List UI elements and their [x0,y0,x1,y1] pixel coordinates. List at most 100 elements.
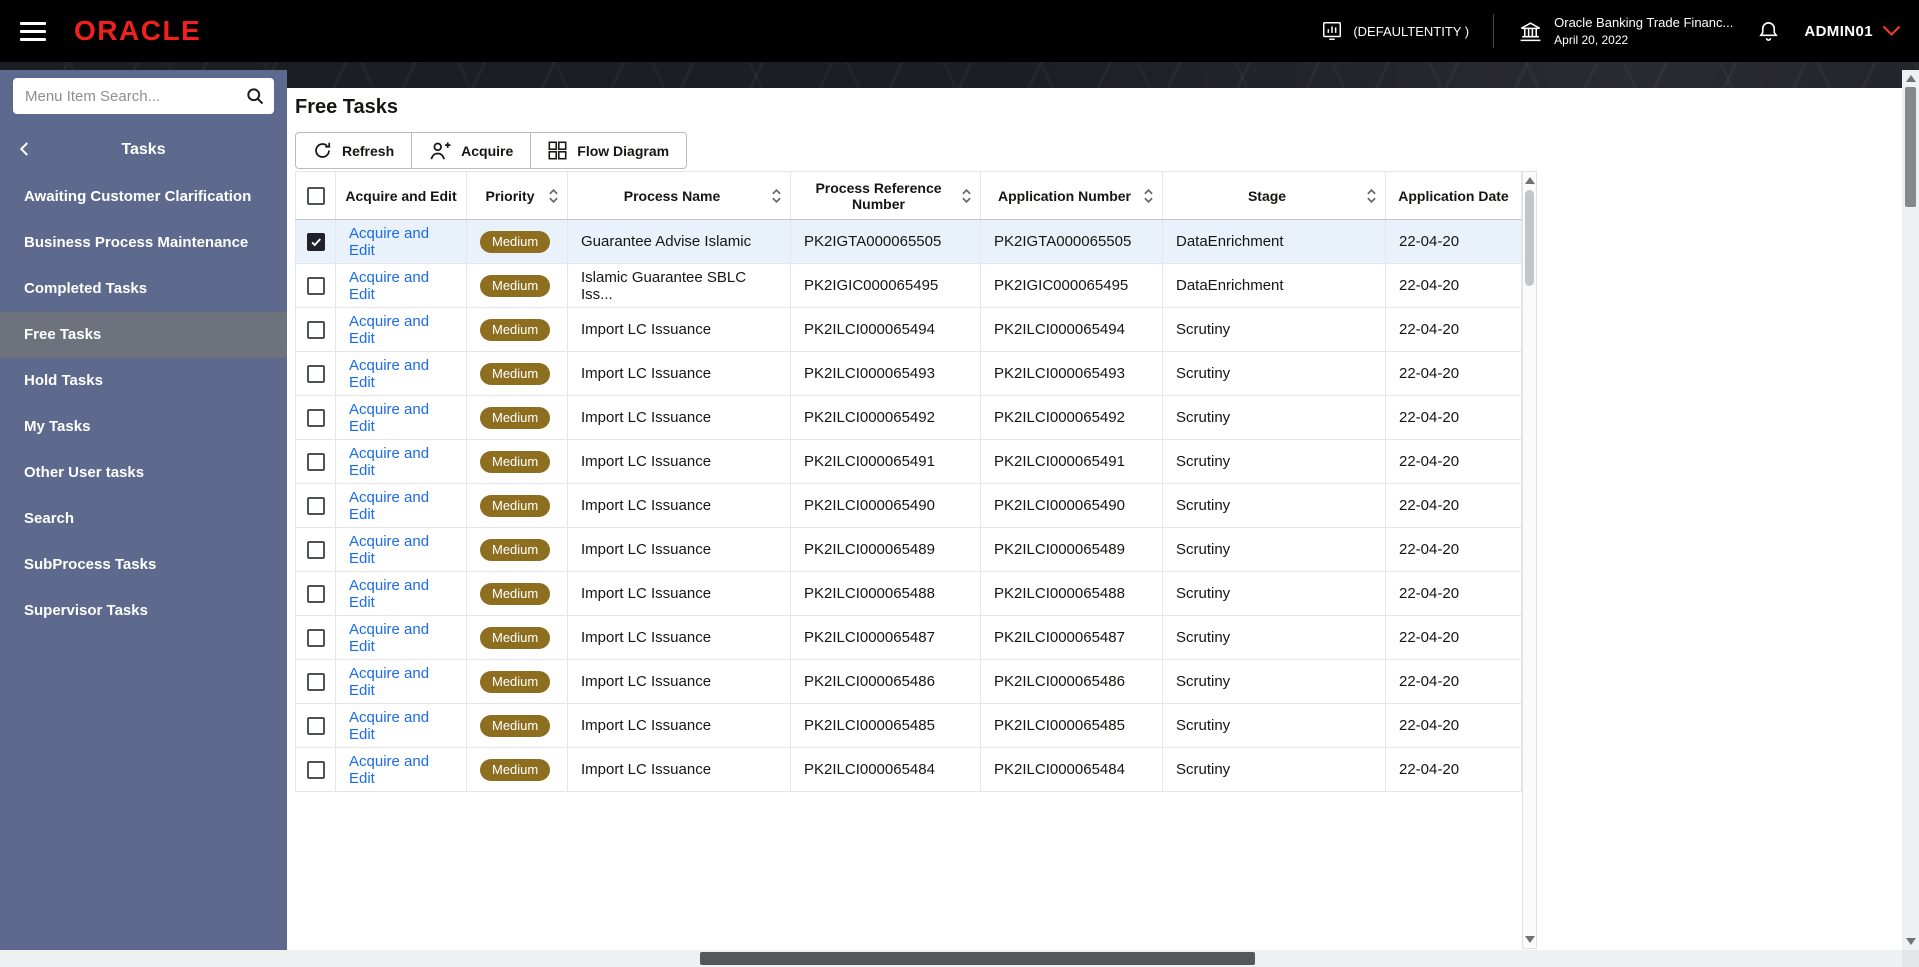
acquire-button[interactable]: Acquire [411,132,532,169]
chevron-left-icon[interactable] [16,140,34,158]
page-vertical-scrollbar-thumb[interactable] [1905,87,1916,207]
acquire-and-edit-link[interactable]: Acquire and Edit [349,489,429,523]
action-cell: Acquire and Edit [335,571,467,616]
user-menu[interactable]: ADMIN01 [1804,23,1901,40]
refresh-icon [313,141,332,160]
scroll-down-arrow-icon[interactable] [1524,936,1535,943]
acquire-and-edit-link[interactable]: Acquire and Edit [349,401,429,435]
acquire-and-edit-link[interactable]: Acquire and Edit [349,665,429,699]
row-select-checkbox[interactable] [306,408,325,427]
refresh-button[interactable]: Refresh [295,132,413,169]
top-bar: ORACLE (DEFAULTENTITY ) Oracle Banking T… [0,0,1919,62]
process-name-cell: Import LC Issuance [567,615,791,660]
acquire-and-edit-link[interactable]: Acquire and Edit [349,621,429,655]
app-title: Oracle Banking Trade Financ... [1554,15,1734,30]
sidebar-item-awaiting-customer-clarification[interactable]: Awaiting Customer Clarification [0,174,287,220]
acquire-and-edit-link[interactable]: Acquire and Edit [349,533,429,567]
row-select-checkbox[interactable] [306,584,325,603]
column-header-application-number[interactable]: Application Number [980,171,1163,220]
hamburger-menu-icon[interactable] [20,21,46,41]
action-cell: Acquire and Edit [335,439,467,484]
table-row: Acquire and Edit Medium Import LC Issuance… [295,439,1522,484]
row-select-checkbox[interactable] [306,276,325,295]
sidebar-item-my-tasks[interactable]: My Tasks [0,404,287,450]
column-label: Process Name [623,187,721,204]
table-row: Acquire and Edit Medium Import LC Issuance… [295,307,1522,352]
priority-badge: Medium [480,406,551,429]
row-select-checkbox[interactable] [306,320,325,339]
sidebar-item-other-user-tasks[interactable]: Other User tasks [0,450,287,496]
row-select-checkbox[interactable] [306,672,325,691]
acquire-and-edit-link[interactable]: Acquire and Edit [349,313,429,347]
acquire-and-edit-link[interactable]: Acquire and Edit [349,709,429,743]
table-row: Acquire and Edit Medium Import LC Issuance… [295,351,1522,396]
priority-cell: Medium [466,439,568,484]
select-all-checkbox[interactable] [306,186,325,205]
row-select-checkbox[interactable] [306,496,325,515]
entity-selector[interactable]: (DEFAULTENTITY ) [1321,20,1469,42]
stage-cell: Scrutiny [1162,527,1386,572]
page-scroll-down-arrow-icon[interactable] [1905,938,1916,945]
select-cell [295,747,336,792]
row-select-checkbox[interactable] [306,760,325,779]
sidebar-item-hold-tasks[interactable]: Hold Tasks [0,358,287,404]
application-number-cell: PK2IGIC000065495 [980,263,1163,308]
row-select-checkbox[interactable] [306,716,325,735]
priority-cell: Medium [466,307,568,352]
flow-diagram-button[interactable]: Flow Diagram [530,132,688,169]
action-cell: Acquire and Edit [335,615,467,660]
acquire-and-edit-link[interactable]: Acquire and Edit [349,269,429,303]
acquire-and-edit-link[interactable]: Acquire and Edit [349,357,429,391]
sort-icon[interactable] [1366,187,1377,205]
acquire-and-edit-link[interactable]: Acquire and Edit [349,577,429,611]
sidebar-item-supervisor-tasks[interactable]: Supervisor Tasks [0,588,287,634]
row-select-checkbox[interactable] [306,364,325,383]
column-header-stage[interactable]: Stage [1162,171,1386,220]
page-scroll-up-arrow-icon[interactable] [1905,75,1916,82]
select-cell [295,571,336,616]
process-reference-number-cell: PK2ILCI000065494 [790,307,981,352]
sidebar-item-subprocess-tasks[interactable]: SubProcess Tasks [0,542,287,588]
sidebar-item-business-process-maintenance[interactable]: Business Process Maintenance [0,220,287,266]
acquire-and-edit-link[interactable]: Acquire and Edit [349,225,429,259]
application-date-cell: 22-04-20 [1385,439,1522,484]
priority-cell: Medium [466,659,568,704]
header-right-cluster: (DEFAULTENTITY ) Oracle Banking Trade Fi… [1321,14,1901,48]
application-number-cell: PK2ILCI000065490 [980,483,1163,528]
action-cell: Acquire and Edit [335,351,467,396]
sort-icon[interactable] [771,187,782,205]
row-select-checkbox[interactable] [306,628,325,647]
table-vertical-scrollbar[interactable] [1522,171,1537,949]
application-date-cell: 22-04-20 [1385,483,1522,528]
table-scrollbar-thumb[interactable] [1525,190,1534,286]
sort-icon[interactable] [548,187,559,205]
column-header-process-name[interactable]: Process Name [567,171,791,220]
priority-badge: Medium [480,450,551,473]
row-select-checkbox[interactable] [306,540,325,559]
row-select-checkbox[interactable] [306,452,325,471]
sidebar-item-search[interactable]: Search [0,496,287,542]
app-date: April 20, 2022 [1554,33,1629,47]
page-horizontal-scrollbar[interactable] [0,950,1919,967]
column-header-process-reference-number[interactable]: Process Reference Number [790,171,981,220]
notifications-bell-icon[interactable] [1757,20,1780,43]
process-reference-number-cell: PK2ILCI000065487 [790,615,981,660]
sidebar-item-completed-tasks[interactable]: Completed Tasks [0,266,287,312]
sidebar-section-header: Tasks [0,130,287,170]
row-select-checkbox[interactable] [306,232,325,251]
page-vertical-scrollbar[interactable] [1902,70,1919,950]
acquire-and-edit-link[interactable]: Acquire and Edit [349,753,429,787]
priority-cell: Medium [466,483,568,528]
menu-search-input[interactable] [13,78,274,114]
scroll-up-arrow-icon[interactable] [1524,177,1535,184]
sidebar-item-free-tasks[interactable]: Free Tasks [0,312,287,358]
action-cell: Acquire and Edit [335,527,467,572]
acquire-and-edit-link[interactable]: Acquire and Edit [349,445,429,479]
stage-cell: Scrutiny [1162,571,1386,616]
sort-icon[interactable] [961,187,972,205]
page-horizontal-scrollbar-thumb[interactable] [700,952,1255,965]
column-header-priority[interactable]: Priority [466,171,568,220]
search-icon[interactable] [245,86,265,106]
process-name-cell: Import LC Issuance [567,307,791,352]
sort-icon[interactable] [1143,187,1154,205]
